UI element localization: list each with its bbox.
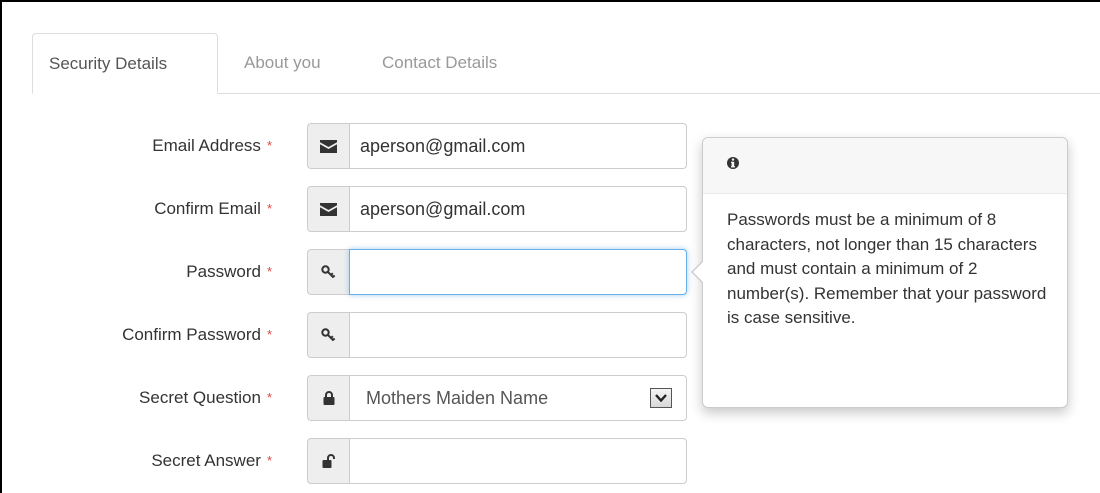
page-frame: Security Details About you Contact Detai… [0,0,1100,493]
form-row-password: Password * [2,249,692,295]
tab-bar: Security Details About you Contact Detai… [32,33,1100,94]
key-icon [307,249,349,295]
required-marker: * [266,327,272,342]
envelope-icon [307,186,349,232]
form-row-confirm-password: Confirm Password * [2,312,692,358]
envelope-icon [307,123,349,169]
required-marker: * [266,201,272,216]
password-rules-popover: Passwords must be a minimum of 8 charact… [691,137,1068,408]
secret-question-label: Secret Question * [139,375,272,421]
info-icon [727,156,739,175]
secret-question-label-text: Secret Question [139,388,261,407]
secret-answer-field[interactable] [349,438,687,484]
popover-title [703,138,1067,194]
confirm-password-label: Confirm Password * [122,312,272,358]
email-address-input-group [307,123,687,169]
email-address-label-text: Email Address [152,136,261,155]
secret-answer-label: Secret Answer * [151,438,272,484]
confirm-email-field[interactable] [349,186,687,232]
key-icon [307,312,349,358]
confirm-password-field[interactable] [349,312,687,358]
password-field[interactable] [349,249,687,295]
chevron-down-icon[interactable] [650,388,672,408]
secret-question-select[interactable]: Mothers Maiden Name [349,375,687,421]
tab-about-you[interactable]: About you [228,33,321,93]
required-marker: * [266,390,272,405]
form-row-secret-answer: Secret Answer * [2,438,692,484]
secret-answer-label-text: Secret Answer [151,451,261,470]
popover-text: Passwords must be a minimum of 8 charact… [727,210,1047,327]
secret-answer-input-group [307,438,687,484]
form-row-confirm-email: Confirm Email * [2,186,692,232]
confirm-email-label-text: Confirm Email [154,199,261,218]
password-input-group [307,249,687,295]
secret-question-selected-value: Mothers Maiden Name [366,388,549,408]
tab-contact-details[interactable]: Contact Details [370,33,497,93]
password-label-text: Password [186,262,261,281]
required-marker: * [266,453,272,468]
email-address-field[interactable] [349,123,687,169]
unlock-icon [307,438,349,484]
confirm-email-label: Confirm Email * [154,186,272,232]
password-label: Password * [186,249,272,295]
confirm-email-input-group [307,186,687,232]
confirm-password-input-group [307,312,687,358]
required-marker: * [266,138,272,153]
confirm-password-label-text: Confirm Password [122,325,261,344]
email-address-label: Email Address * [152,123,272,169]
popover-arrow-fill [693,261,704,283]
secret-question-input-group: Mothers Maiden Name [307,375,687,421]
form-row-secret-question: Secret Question * Mothers Maiden Name [2,375,692,421]
form-row-email-address: Email Address * [2,123,692,169]
lock-icon [307,375,349,421]
tab-security-details[interactable]: Security Details [32,33,218,94]
required-marker: * [266,264,272,279]
